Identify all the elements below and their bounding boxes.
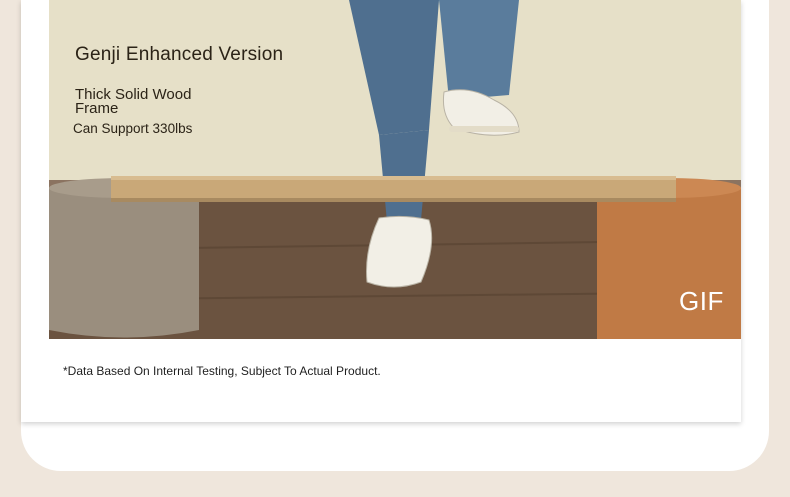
jeans-right-leg (439, 0, 519, 100)
left-stool (49, 180, 199, 338)
capacity-text: Can Support 330lbs (73, 121, 193, 136)
standing-sneaker (366, 215, 433, 288)
disclaimer-text: *Data Based On Internal Testing, Subject… (63, 364, 381, 378)
product-title: Genji Enhanced Version (75, 44, 284, 65)
feature-line-2: Frame (75, 100, 119, 117)
gif-badge: GIF (679, 286, 724, 316)
